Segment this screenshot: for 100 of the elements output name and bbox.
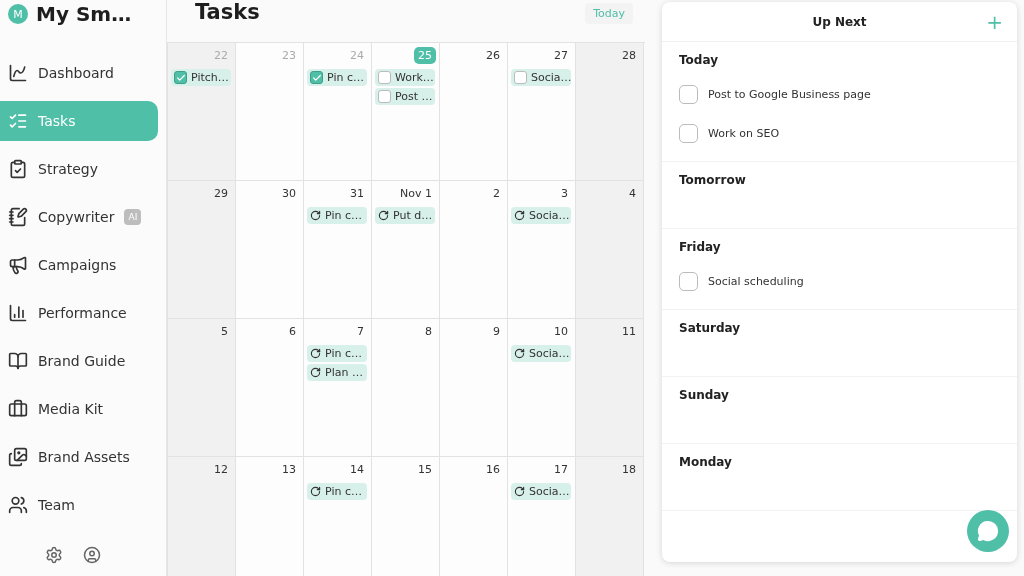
- day-number: 15: [417, 462, 433, 478]
- day-number: 24: [349, 48, 365, 64]
- sidebar-label: Brand Guide: [38, 353, 126, 369]
- sidebar-label: Strategy: [38, 161, 98, 177]
- day-number: 31: [349, 186, 365, 202]
- briefcase-icon: [8, 399, 28, 419]
- section-title: Sunday: [679, 388, 730, 402]
- checkbox[interactable]: [679, 272, 698, 291]
- day-number: 6: [288, 324, 297, 340]
- task-label: Post to Google Business page: [708, 88, 871, 101]
- sidebar-label: Media Kit: [38, 401, 104, 417]
- day-number: 14: [349, 462, 365, 478]
- task-chip[interactable]: Pitch…: [171, 69, 231, 86]
- day-number: 28: [621, 48, 637, 64]
- task-chip[interactable]: Pin c…: [307, 345, 367, 362]
- chat-icon: [977, 520, 999, 542]
- day-number: 25: [414, 47, 436, 64]
- checkbox[interactable]: [310, 71, 323, 84]
- sidebar-item[interactable]: Brand Assets: [0, 437, 158, 477]
- sidebar-label: Performance: [38, 305, 127, 321]
- megaphone-icon: [8, 255, 28, 275]
- repeat-icon: [310, 486, 321, 497]
- checkbox[interactable]: [378, 90, 391, 103]
- sidebar-item[interactable]: Media Kit: [0, 389, 158, 429]
- day-number: 17: [553, 462, 569, 478]
- section-title: Saturday: [679, 321, 742, 335]
- sidebar-label: Campaigns: [38, 257, 117, 273]
- chat-button[interactable]: [967, 510, 1009, 552]
- repeat-icon: [514, 348, 525, 359]
- sidebar-item[interactable]: Campaigns: [0, 245, 158, 285]
- day-number: 7: [356, 324, 365, 340]
- repeat-icon: [514, 210, 525, 221]
- day-number: 29: [213, 186, 229, 202]
- task-chip[interactable]: Work…: [375, 69, 435, 86]
- checkbox[interactable]: [679, 124, 698, 143]
- day-number: Nov 1: [399, 186, 433, 202]
- repeat-icon: [514, 486, 525, 497]
- day-number: 13: [281, 462, 297, 478]
- task-chip[interactable]: Socia…: [511, 483, 571, 500]
- day-number: 12: [213, 462, 229, 478]
- sidebar-item[interactable]: Team: [0, 485, 158, 525]
- day-number: 16: [485, 462, 501, 478]
- settings-icon[interactable]: [45, 546, 63, 564]
- day-number: 22: [213, 48, 229, 64]
- day-number: 3: [560, 186, 569, 202]
- images-icon: [8, 447, 28, 467]
- task-chip[interactable]: Pin c…: [307, 483, 367, 500]
- profile-icon[interactable]: [83, 546, 101, 564]
- repeat-icon: [310, 367, 321, 378]
- day-number: 10: [553, 324, 569, 340]
- day-number: 26: [485, 48, 501, 64]
- checkbox[interactable]: [378, 71, 391, 84]
- ai-badge: AI: [124, 209, 142, 225]
- bar-chart-icon: [8, 303, 28, 323]
- day-number: 5: [220, 324, 229, 340]
- users-icon: [8, 495, 28, 515]
- day-number: 8: [424, 324, 433, 340]
- task-chip[interactable]: Post …: [375, 88, 435, 105]
- app-name: My Sm…: [36, 2, 132, 26]
- task-label: Work on SEO: [708, 127, 780, 140]
- task-chip[interactable]: Plan …: [307, 364, 367, 381]
- repeat-icon: [378, 210, 389, 221]
- day-number: 18: [621, 462, 637, 478]
- task-chip[interactable]: Socia…: [511, 345, 571, 362]
- page-title: Tasks: [195, 0, 260, 24]
- sidebar-item[interactable]: Strategy: [0, 149, 158, 189]
- section-title: Today: [679, 53, 719, 67]
- sidebar-item[interactable]: Performance: [0, 293, 158, 333]
- section-title: Tomorrow: [679, 173, 747, 187]
- task-chip[interactable]: Pin c…: [307, 207, 367, 224]
- clipboard-check-icon: [8, 159, 28, 179]
- task-label: Social scheduling: [708, 275, 804, 288]
- sidebar-item[interactable]: Brand Guide: [0, 341, 158, 381]
- day-number: 4: [628, 186, 637, 202]
- checklist-icon: [8, 111, 28, 131]
- day-number: 23: [281, 48, 297, 64]
- day-number: 9: [492, 324, 501, 340]
- sidebar-label: Dashboard: [38, 65, 114, 81]
- task-chip[interactable]: Pin c…: [307, 69, 367, 86]
- day-number: 11: [621, 324, 637, 340]
- sidebar-item[interactable]: Copywriter AI: [0, 197, 158, 237]
- day-number: 27: [553, 48, 569, 64]
- book-icon: [8, 351, 28, 371]
- checkbox[interactable]: [174, 71, 187, 84]
- repeat-icon: [310, 210, 321, 221]
- section-title: Friday: [679, 240, 722, 254]
- task-chip[interactable]: Socia…: [511, 207, 571, 224]
- task-chip[interactable]: Put d…: [375, 207, 435, 224]
- checkbox[interactable]: [679, 85, 698, 104]
- sidebar-label: Team: [38, 497, 75, 513]
- task-chip[interactable]: Socia…: [511, 69, 571, 86]
- sidebar-item[interactable]: Dashboard: [0, 53, 158, 93]
- checkbox[interactable]: [514, 71, 527, 84]
- day-number: 2: [492, 186, 501, 202]
- day-number: 30: [281, 186, 297, 202]
- sidebar-label: Tasks: [38, 113, 76, 129]
- sidebar-label: Copywriter: [38, 209, 115, 225]
- sidebar-label: Brand Assets: [38, 449, 130, 465]
- repeat-icon: [310, 348, 321, 359]
- section-title: Monday: [679, 455, 733, 469]
